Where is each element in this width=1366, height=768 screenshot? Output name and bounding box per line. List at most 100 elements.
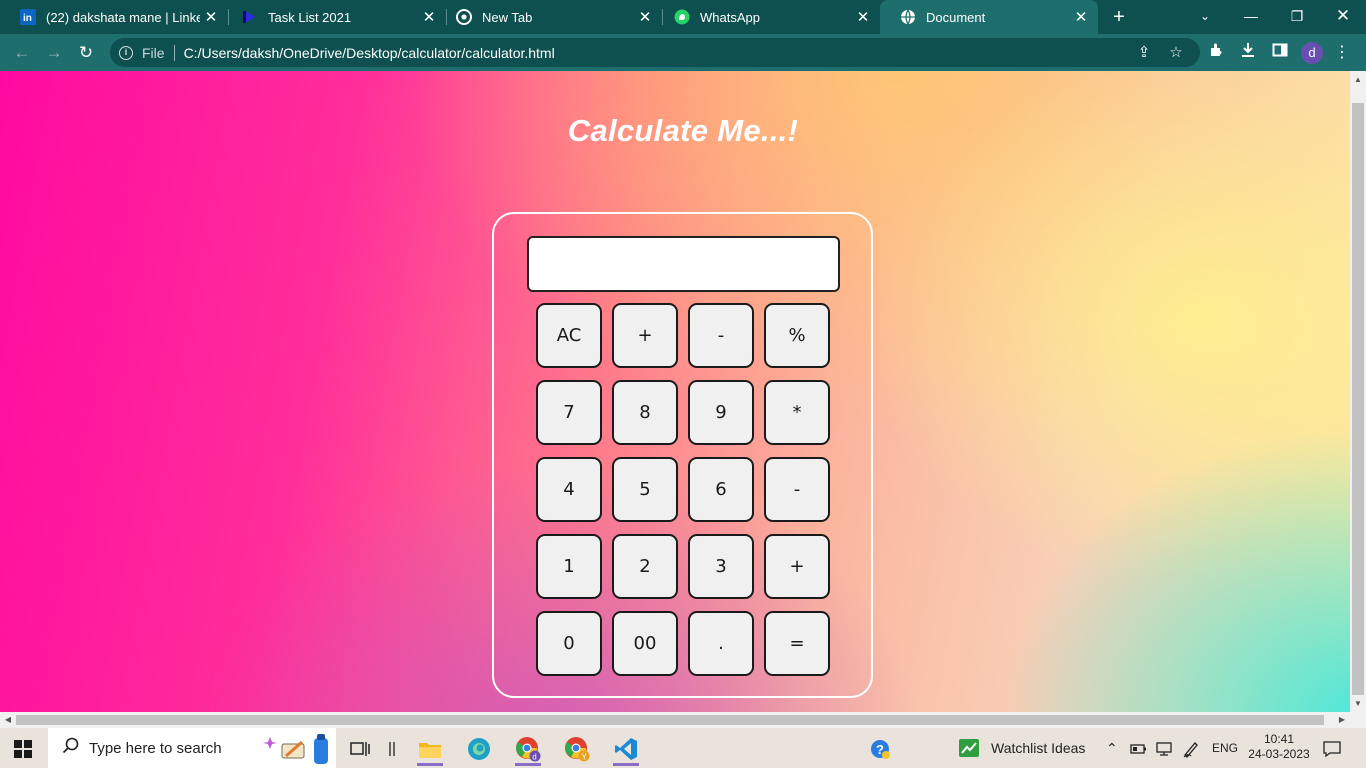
calculator-key[interactable]: % [764,303,830,368]
bookmark-star-icon[interactable]: ☆ [1165,42,1187,64]
clock[interactable]: 10:41 24-03-2023 [1248,728,1310,768]
taskbar-app-divider [372,732,412,766]
calculator-key[interactable]: AC [536,303,602,368]
svg-text:in: in [23,13,32,24]
vscode-icon[interactable] [606,732,646,766]
svg-text:Y: Y [582,752,588,761]
linkedin-icon: in [20,9,36,25]
close-window-button[interactable]: ✕ [1320,0,1366,34]
file-explorer-icon[interactable] [410,732,450,766]
forward-button[interactable]: → [42,41,66,65]
profile-avatar[interactable]: d [1301,42,1323,64]
edge-browser-icon[interactable] [459,732,499,766]
watchlist-widget[interactable]: Watchlist Ideas [958,728,1085,768]
tab-whatsapp[interactable]: WhatsApp ✕ [654,0,880,34]
tasklist-icon [242,9,258,25]
minimize-button[interactable]: — [1228,0,1274,34]
close-icon[interactable]: ✕ [1070,8,1092,26]
scheme-label: File [142,44,165,61]
windows-start-button[interactable] [14,740,32,758]
calculator-key[interactable]: 0 [536,611,602,676]
scrollbar-corner [1350,712,1366,728]
scroll-up-arrow[interactable]: ▲ [1350,75,1366,84]
vertical-scroll-thumb[interactable] [1352,103,1364,695]
address-bar[interactable]: i File C:/Users/daksh/OneDrive/Desktop/c… [110,38,1200,67]
extensions-icon[interactable] [1205,42,1227,64]
info-icon[interactable]: i [119,45,133,60]
help-icon[interactable]: ? [860,732,900,766]
tab-title: Task List 2021 [268,9,352,25]
widget-label: Watchlist Ideas [991,740,1086,756]
calculator-key[interactable]: - [688,303,754,368]
taskbar-search-box[interactable]: Type here to search [48,728,336,768]
whatsapp-icon [674,9,690,25]
calculator-key[interactable]: 2 [612,534,678,599]
tab-task-list[interactable]: Task List 2021 ✕ [222,0,446,34]
horizontal-scroll-thumb[interactable] [16,715,1324,725]
scroll-left-arrow[interactable]: ◀ [0,712,16,728]
tab-title: New Tab [482,9,533,25]
side-panel-icon[interactable] [1269,42,1291,64]
scroll-right-arrow[interactable]: ▶ [1334,712,1350,728]
calculator-key[interactable]: 4 [536,457,602,522]
calculator-key[interactable]: 7 [536,380,602,445]
calculator-key[interactable]: 9 [688,380,754,445]
close-icon[interactable]: ✕ [634,8,656,26]
search-placeholder: Type here to search [89,739,222,757]
clock-date: 24-03-2023 [1248,747,1310,761]
vertical-scrollbar[interactable]: ▲ ▼ [1350,71,1366,712]
calculator-key[interactable]: + [764,534,830,599]
calculator-key[interactable]: * [764,380,830,445]
notifications-icon[interactable] [1322,728,1342,768]
calculator-key[interactable]: 3 [688,534,754,599]
pen-icon[interactable] [1182,728,1200,768]
calculator-key[interactable]: = [764,611,830,676]
calculator-key[interactable]: 00 [612,611,678,676]
calculator: AC + -% 7 8 9 * 4 5 6-1 2 3 +0 00. = [492,212,873,698]
stock-chart-icon [959,739,979,757]
page-viewport: Calculate Me...! AC + -% 7 8 9 * 4 5 6-1 2 3 +0 00. = [0,71,1350,712]
close-icon[interactable]: ✕ [852,8,874,26]
chevron-up-icon[interactable]: ⌃ [1106,728,1118,768]
tab-new-tab[interactable]: New Tab ✕ [436,0,662,34]
calculator-key[interactable]: 6 [688,457,754,522]
tab-search-button[interactable]: ⌄ [1182,0,1228,34]
back-button[interactable]: ← [10,41,34,65]
tab-title: Document [926,9,986,25]
language-indicator[interactable]: ENG [1212,728,1238,768]
windows-taskbar: Type here to search d Y ? Watchlist Idea… [0,728,1366,768]
clock-time: 10:41 [1263,732,1295,746]
page-title: Calculate Me...! [567,113,799,148]
search-icon [62,737,79,759]
tab-linkedin[interactable]: in (22) dakshata mane | LinkedIn ✕ [0,0,228,34]
new-tab-button[interactable]: + [1108,6,1130,28]
calculator-key[interactable]: 1 [536,534,602,599]
calculator-display[interactable] [527,236,840,292]
menu-icon[interactable]: ⋮ [1331,42,1353,64]
address-divider [173,44,175,61]
tab-document[interactable]: Document ✕ [880,0,1098,34]
horizontal-scrollbar[interactable]: ◀ ▶ [0,712,1350,728]
battery-icon[interactable] [1130,728,1148,768]
reload-button[interactable]: ↻ [74,41,98,65]
calculator-key[interactable]: 8 [612,380,678,445]
tab-title: WhatsApp [700,9,760,25]
tab-strip: in (22) dakshata mane | LinkedIn ✕ Task … [0,0,1366,34]
download-icon[interactable] [1237,42,1259,64]
calculator-key[interactable]: 5 [612,457,678,522]
calculator-key[interactable]: - [764,457,830,522]
svg-text:d: d [532,752,536,761]
chrome-icon [456,9,472,25]
calculator-key[interactable]: . [688,611,754,676]
close-icon[interactable]: ✕ [200,8,222,26]
share-icon[interactable]: ⇪ [1133,42,1155,64]
url-text[interactable]: C:/Users/daksh/OneDrive/Desktop/calculat… [184,45,555,61]
restore-button[interactable]: ❐ [1274,0,1320,34]
chrome-profile-d-icon[interactable]: d [508,732,548,766]
tab-title: (22) dakshata mane | LinkedIn [46,9,200,25]
scroll-down-arrow[interactable]: ▼ [1350,699,1366,708]
chrome-profile-y-icon[interactable]: Y [557,732,597,766]
globe-icon [900,9,916,25]
network-icon[interactable] [1155,728,1173,768]
calculator-key[interactable]: + [612,303,678,368]
